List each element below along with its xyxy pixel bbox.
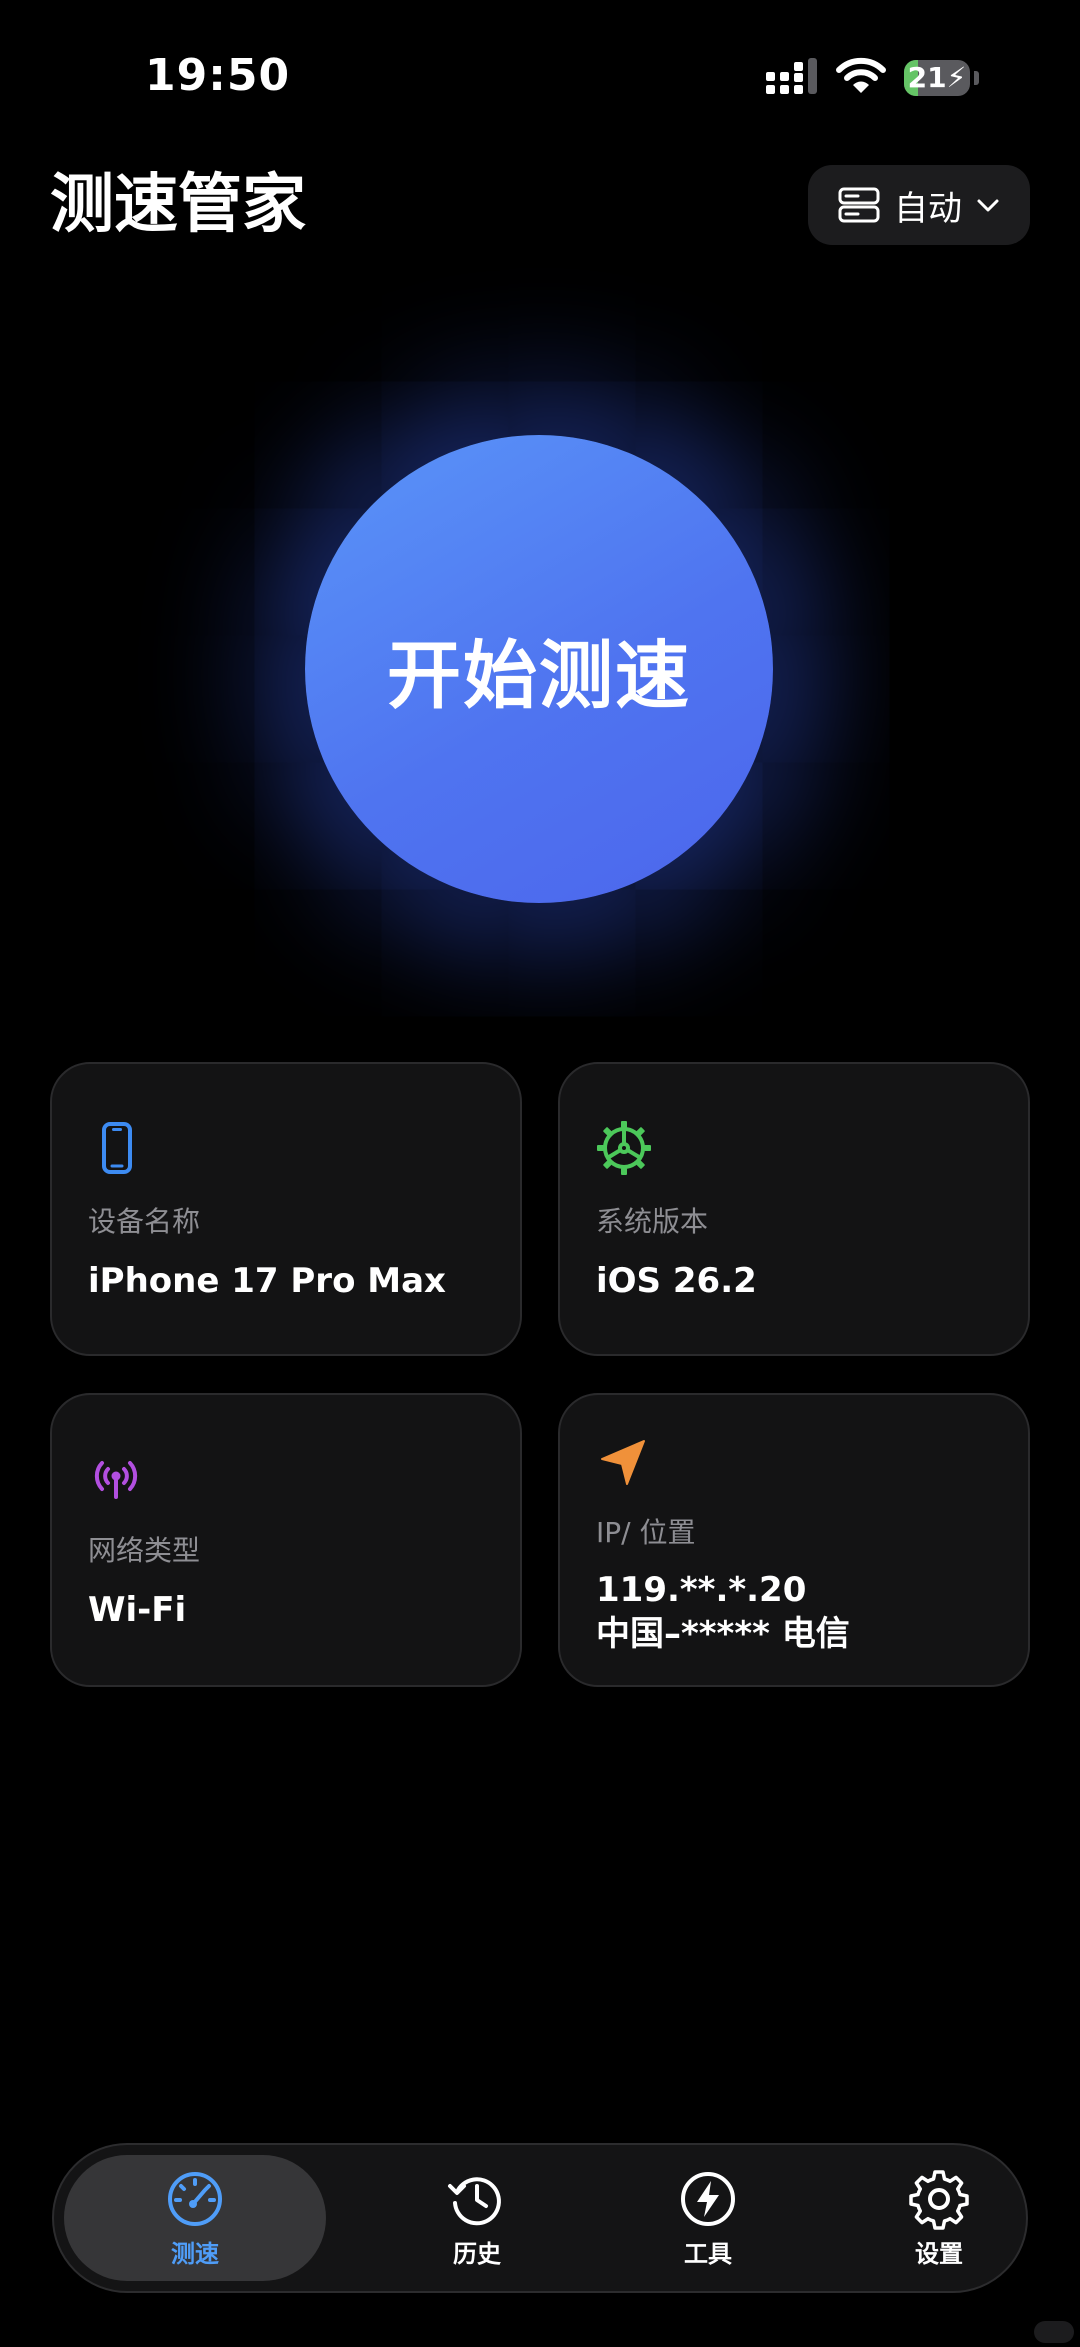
device-name-card: 设备名称 iPhone 17 Pro Max: [50, 1062, 522, 1356]
server-select-label: 自动: [894, 188, 962, 229]
corner-badge: [1034, 2321, 1074, 2343]
cellular-signal-icon: [766, 58, 817, 94]
device-name-value: iPhone 17 Pro Max: [88, 1261, 446, 1301]
bolt-icon: [681, 2171, 735, 2226]
status-bar: 19:50 21⚡: [0, 0, 1080, 150]
system-version-value: iOS 26.2: [596, 1261, 757, 1301]
location-value: 中国–***** 电信: [596, 1614, 850, 1654]
tab-bar: 测速 历史 工具 设置: [52, 2143, 1028, 2293]
chevron-down-icon: [977, 199, 999, 212]
tab-history-label: 历史: [453, 2239, 501, 2268]
network-type-card: 网络类型 Wi-Fi: [50, 1393, 522, 1687]
speedometer-icon: [168, 2171, 222, 2226]
tab-tools[interactable]: 工具: [593, 2145, 823, 2291]
network-type-value: Wi-Fi: [88, 1590, 187, 1630]
server-icon: [838, 187, 880, 223]
start-test-label: 开始测速: [387, 632, 691, 719]
system-version-label: 系统版本: [596, 1205, 709, 1238]
network-type-label: 网络类型: [88, 1534, 201, 1567]
history-icon: [448, 2176, 501, 2225]
ip-location-card: IP/ 位置 119.**.*.20 中国–***** 电信: [558, 1393, 1030, 1687]
ip-address-value: 119.**.*.20: [596, 1570, 807, 1610]
system-version-card: 系统版本 iOS 26.2: [558, 1062, 1030, 1356]
start-test-button[interactable]: 开始测速: [305, 435, 773, 903]
status-time: 19:50: [145, 50, 291, 101]
battery-level: 21⚡: [907, 61, 967, 94]
tab-settings-label: 设置: [915, 2239, 963, 2268]
iphone-icon: [102, 1122, 132, 1174]
tab-settings[interactable]: 设置: [824, 2145, 1054, 2291]
ip-location-label: IP/ 位置: [596, 1516, 696, 1549]
charging-bolt-icon: ⚡: [946, 61, 967, 94]
battery-indicator: 21⚡: [904, 60, 970, 96]
page-title: 测速管家: [50, 168, 306, 242]
device-name-label: 设备名称: [88, 1205, 201, 1238]
tab-tools-label: 工具: [684, 2239, 732, 2268]
gear-icon: [909, 2169, 969, 2230]
location-arrow-icon: [601, 1440, 645, 1485]
gear-steering-icon: [597, 1121, 651, 1175]
wifi-icon: [836, 57, 886, 93]
antenna-icon: [94, 1461, 138, 1499]
battery-cap: [974, 71, 979, 85]
tab-speed-test-label: 测速: [171, 2239, 219, 2268]
server-select-button[interactable]: 自动: [808, 165, 1030, 245]
tab-speed-test[interactable]: 测速: [64, 2155, 326, 2281]
tab-history[interactable]: 历史: [362, 2145, 592, 2291]
